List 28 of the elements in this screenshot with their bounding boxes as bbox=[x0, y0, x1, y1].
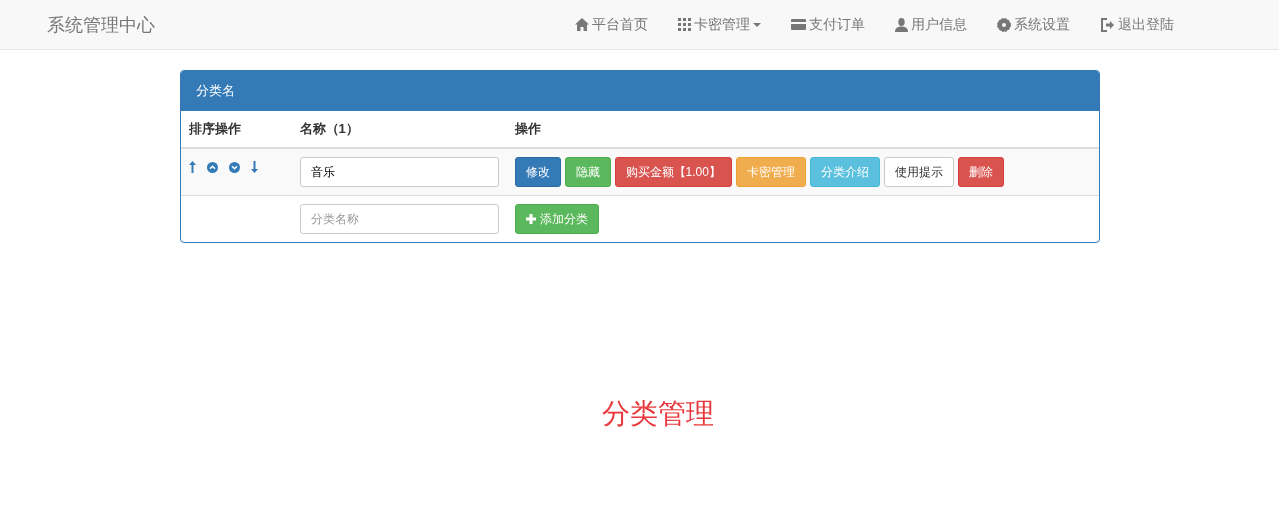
nav-link[interactable]: 支付订单 bbox=[776, 15, 880, 34]
credit-card-icon bbox=[791, 19, 806, 30]
user-icon bbox=[895, 17, 908, 32]
logout-icon bbox=[1100, 17, 1115, 32]
grid-icon bbox=[678, 18, 691, 31]
nav-link[interactable]: 用户信息 bbox=[880, 15, 982, 34]
category-name-field[interactable]: 分类名称 bbox=[299, 204, 499, 234]
plus-icon bbox=[525, 214, 536, 224]
brand-title[interactable]: 系统管理中心 bbox=[47, 12, 155, 37]
page-title: 分类管理 bbox=[600, 397, 714, 431]
panel-title: 分类名 bbox=[195, 82, 235, 100]
arrow-up-icon[interactable] bbox=[188, 161, 196, 173]
nav-link[interactable]: 退出登陆 bbox=[1085, 15, 1189, 34]
add-category-button[interactable]: 添加分类 bbox=[514, 204, 599, 234]
nav-link[interactable]: 系统设置 bbox=[982, 15, 1085, 34]
chevron-up-circle-icon[interactable] bbox=[206, 161, 218, 173]
nav-link[interactable]: 平台首页 bbox=[560, 15, 663, 34]
chevron-down-circle-icon[interactable] bbox=[228, 161, 240, 173]
action-button[interactable]: 购买金额【1.00】 bbox=[614, 157, 732, 187]
nav-link[interactable]: 卡密管理 bbox=[663, 15, 776, 34]
home-icon bbox=[575, 18, 589, 31]
action-button[interactable]: 删除 bbox=[957, 157, 1004, 187]
action-button[interactable]: 使用提示 bbox=[883, 157, 954, 187]
name-field[interactable]: 音乐 bbox=[299, 157, 499, 187]
action-button[interactable]: 隐藏 bbox=[564, 157, 611, 187]
arrow-down-icon[interactable] bbox=[250, 161, 258, 173]
settings-icon bbox=[997, 17, 1011, 32]
action-button[interactable]: 修改 bbox=[514, 157, 561, 187]
